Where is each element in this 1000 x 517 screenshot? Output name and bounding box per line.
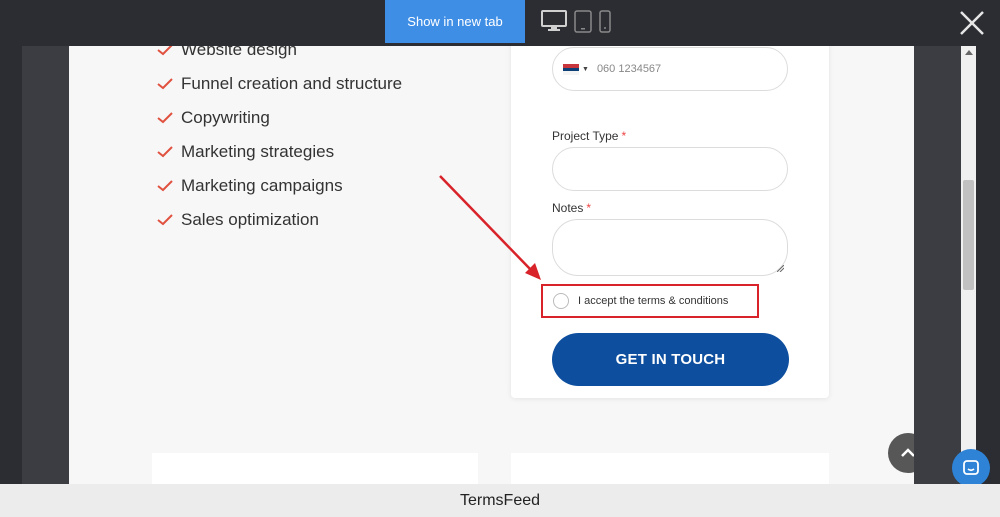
- scroll-up-arrow-icon[interactable]: [965, 50, 973, 55]
- feature-item: Copywriting: [157, 106, 270, 130]
- chevron-up-icon: [901, 448, 914, 457]
- resize-handle-icon[interactable]: [777, 265, 784, 272]
- notes-label: Notes *: [552, 201, 591, 215]
- project-type-label: Project Type *: [552, 129, 626, 143]
- feature-label: Copywriting: [181, 108, 270, 127]
- chat-button[interactable]: [952, 449, 990, 487]
- content-card: [152, 453, 478, 484]
- chevron-down-icon[interactable]: ▼: [582, 66, 589, 73]
- page-gutter-right: [914, 46, 961, 484]
- tablet-icon[interactable]: [574, 10, 592, 33]
- feature-label: Website design: [181, 46, 297, 59]
- get-in-touch-button[interactable]: GET IN TOUCH: [552, 333, 789, 386]
- check-icon: [157, 214, 173, 226]
- required-mark: *: [621, 129, 627, 143]
- notes-textarea[interactable]: [552, 219, 788, 276]
- check-icon: [157, 78, 173, 90]
- check-icon: [157, 46, 173, 56]
- feature-label: Marketing campaigns: [181, 176, 343, 195]
- close-icon[interactable]: [958, 9, 986, 37]
- content-card: [511, 453, 829, 484]
- terms-highlight-box: I accept the terms & conditions: [541, 284, 759, 318]
- preview-toolbar: Show in new tab: [0, 0, 1000, 46]
- serbia-flag-icon[interactable]: [563, 63, 579, 75]
- scrollbar-thumb[interactable]: [963, 180, 974, 290]
- terms-checkbox[interactable]: [553, 293, 569, 309]
- show-in-new-tab-button[interactable]: Show in new tab: [385, 0, 525, 43]
- desktop-icon[interactable]: [541, 10, 567, 32]
- preview-backdrop-left: [0, 46, 22, 484]
- feature-item: Marketing strategies: [157, 140, 334, 164]
- page-gutter-left: [22, 46, 69, 484]
- scrollbar[interactable]: [961, 46, 976, 484]
- feature-label: Sales optimization: [181, 210, 319, 229]
- feature-item: Sales optimization: [157, 208, 319, 232]
- feature-item: Marketing campaigns: [157, 174, 343, 198]
- preview-backdrop-right: [976, 46, 1000, 484]
- notes-label-text: Notes: [552, 201, 584, 215]
- feature-label: Marketing strategies: [181, 142, 335, 161]
- required-mark: *: [586, 201, 592, 215]
- project-type-label-text: Project Type: [552, 129, 619, 143]
- check-icon: [157, 112, 173, 124]
- terms-label[interactable]: I accept the terms & conditions: [578, 295, 728, 307]
- footer-brand: TermsFeed: [459, 491, 541, 509]
- contact-form-card: ▼ 060 1234567 Project Type * Notes * I acc…: [511, 46, 829, 398]
- check-icon: [157, 180, 173, 192]
- scroll-to-top-button[interactable]: [888, 433, 914, 473]
- feature-label: Funnel creation and structure: [181, 74, 403, 93]
- phone-placeholder: 060 1234567: [596, 63, 662, 75]
- chat-icon: [963, 460, 979, 475]
- check-icon: [157, 146, 173, 158]
- website-preview: Website design Funnel creation and struc…: [69, 46, 914, 484]
- feature-item: Website design: [157, 46, 297, 62]
- phone-input[interactable]: ▼ 060 1234567: [552, 47, 788, 91]
- project-type-input[interactable]: [552, 147, 788, 191]
- feature-item: Funnel creation and structure: [157, 72, 402, 96]
- mobile-icon[interactable]: [599, 10, 611, 33]
- footer-bar: TermsFeed: [0, 484, 1000, 517]
